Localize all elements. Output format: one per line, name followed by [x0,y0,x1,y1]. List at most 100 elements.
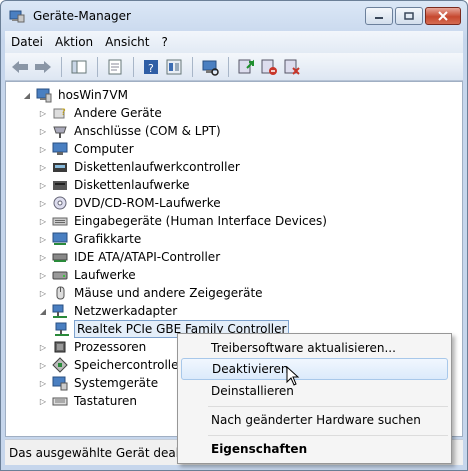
unknown-device-icon: ? [53,108,66,119]
tree-item-label: Tastaturen [74,394,137,408]
uninstall-device-icon [284,59,300,75]
update-driver-button[interactable] [235,56,257,78]
menu-item-disable[interactable]: Deaktivieren [181,358,448,380]
expand-arrow-icon[interactable]: ▷ [38,396,48,406]
expand-arrow-icon[interactable]: ▷ [38,360,48,370]
tree-item-laufwerke[interactable]: ▷ Laufwerke [38,266,138,284]
tree-item-diskettenlaufwerkcontroller[interactable]: ▷ Diskettenlaufwerkcontroller [38,158,242,176]
expand-arrow-icon[interactable]: ▷ [38,270,48,280]
scan-hardware-icon [202,60,219,76]
expand-arrow-icon[interactable]: ▷ [38,378,48,388]
tree-item-dvd-cd-rom[interactable]: ▷ DVD/CD-ROM-Laufwerke [38,194,223,212]
tree-item-label: Speichercontroller [74,358,184,372]
disable-device-button[interactable] [258,56,280,78]
disk-drive-icon [52,271,68,280]
close-button[interactable] [425,7,461,25]
tree-item-systemgeraete[interactable]: ▷ Systemgeräte [38,374,160,392]
properties-icon [108,59,122,74]
minimize-button[interactable] [365,7,393,25]
storage-controller-icon [52,357,68,373]
ide-controller-icon [52,253,68,262]
tree-item-label: Netzwerkadapter [74,304,178,318]
back-button[interactable] [9,56,31,78]
tree-item-anschluesse[interactable]: ▷ Anschlüsse (COM & LPT) [38,122,223,140]
display-adapter-icon [52,232,68,245]
console-tree-button[interactable] [68,56,90,78]
tree-item-speichercontroller[interactable]: ▷ Speichercontroller [38,356,185,374]
tree-item-label: Computer [74,142,134,156]
close-icon [438,11,448,21]
expand-arrow-icon[interactable]: ▷ [38,216,48,226]
tree-item-grafikkarte[interactable]: ▷ Grafikkarte [38,230,143,248]
network-adapter-icon [52,304,67,318]
disable-device-icon [261,59,277,75]
collapse-arrow-icon[interactable]: ◢ [38,306,48,316]
menu-help[interactable]: ? [155,35,173,49]
expand-arrow-icon[interactable]: ▷ [38,252,48,262]
network-card-icon [55,322,69,336]
tree-item-tastaturen[interactable]: ▷ Tastaturen [38,392,139,410]
mouse-icon [56,286,65,300]
menu-item-label: Deaktivieren [212,362,289,376]
menu-item-label: Nach geänderter Hardware suchen [211,413,421,427]
tree-item-diskettenlaufwerke[interactable]: ▷ Diskettenlaufwerke [38,176,191,194]
expand-arrow-icon[interactable]: ▷ [38,108,48,118]
toolbar-separator [192,56,193,77]
expand-arrow-icon[interactable]: ▷ [38,342,48,352]
menu-item-update-driver[interactable]: Treibersoftware aktualisieren... [181,337,448,359]
show-list-button[interactable] [163,56,185,78]
menu-datei[interactable]: Datei [5,35,49,49]
tree-item-computer[interactable]: ▷ Computer [38,140,136,158]
show-list-icon [166,59,182,74]
svg-text:?: ? [148,62,154,75]
toolbar-separator [133,56,134,77]
svg-text:?: ? [61,108,66,118]
mouse-cursor-icon [286,366,300,386]
tree-item-label: Diskettenlaufwerkcontroller [74,160,240,174]
back-arrow-icon [12,60,28,73]
uninstall-device-button[interactable] [281,56,303,78]
tree-item-ide-ata[interactable]: ▷ IDE ATA/ATAPI-Controller [38,248,222,266]
expand-arrow-icon[interactable]: ▷ [38,144,48,154]
properties-button[interactable] [104,56,126,78]
menu-item-label: Treibersoftware aktualisieren... [211,341,396,355]
expand-arrow-icon[interactable]: ▷ [38,198,48,208]
tree-item-eingabegeraete[interactable]: ▷ Eingabegeräte (Human Interface Devices… [38,212,329,230]
expand-arrow-icon[interactable]: ▷ [38,126,48,136]
expand-arrow-icon[interactable]: ▷ [38,234,48,244]
help-button[interactable]: ? [140,56,162,78]
tree-item-prozessoren[interactable]: ▷ Prozessoren [38,338,148,356]
maximize-button[interactable] [395,7,423,25]
device-manager-icon [9,10,25,23]
console-tree-icon [71,60,87,73]
tree-item-label: IDE ATA/ATAPI-Controller [74,250,221,264]
tree-item-label: Laufwerke [74,268,136,282]
menu-item-label: Deinstallieren [211,384,294,398]
menu-aktion[interactable]: Aktion [49,35,99,49]
menu-item-label: Eigenschaften [211,442,308,456]
expand-arrow-icon[interactable]: ▷ [38,162,48,172]
tree-root-label: hosWin7VM [58,88,128,102]
tree-item-netzwerkadapter[interactable]: ◢ Netzwerkadapter [38,302,179,320]
expand-arrow-icon[interactable]: ▷ [38,288,48,298]
menu-ansicht[interactable]: Ansicht [99,35,155,49]
scan-hardware-button[interactable] [199,56,221,78]
toolbar-separator [61,56,62,77]
menu-item-properties[interactable]: Eigenschaften [181,438,448,460]
menu-bar: Datei Aktion Ansicht ? [5,31,463,53]
system-device-icon [52,376,68,391]
forward-button[interactable] [32,56,54,78]
expand-arrow-icon[interactable]: ▷ [38,180,48,190]
maximize-icon [404,12,414,20]
tree-root[interactable]: ◢ hosWin7VM [22,86,130,104]
tree-item-label: DVD/CD-ROM-Laufwerke [74,196,221,210]
menu-item-uninstall[interactable]: Deinstallieren [181,380,448,402]
tree-item-label: Systemgeräte [74,376,159,390]
tree-item-label: Andere Geräte [74,106,162,120]
menu-item-scan-hardware[interactable]: Nach geänderter Hardware suchen [181,409,448,431]
tree-item-andere-geraete[interactable]: ▷ ? Andere Geräte [38,104,164,122]
processor-icon [54,341,66,353]
collapse-arrow-icon[interactable]: ◢ [22,90,32,100]
tree-item-maeuse[interactable]: ▷ Mäuse und andere Zeigegeräte [38,284,265,302]
title-bar[interactable]: Geräte-Manager [1,1,467,31]
